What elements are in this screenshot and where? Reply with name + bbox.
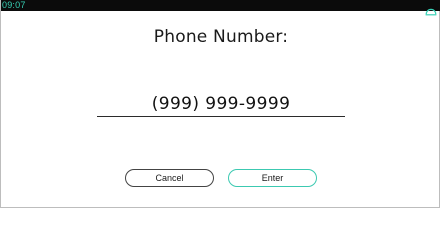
phone-number-field[interactable]: (999) 999-9999 (97, 94, 345, 114)
home-icon-glyph (425, 8, 437, 16)
phone-field-underline (97, 116, 345, 117)
page-title: Phone Number: (153, 27, 289, 47)
home-icon[interactable] (425, 1, 437, 16)
status-bar: 09:07 (1, 0, 440, 16)
cancel-button[interactable]: Cancel (125, 169, 214, 187)
status-time: 09:07 (2, 0, 26, 10)
enter-button[interactable]: Enter (228, 169, 317, 187)
phone-entry-screen: 09:07 Phone Number: (999) 999-9999 Cance… (0, 0, 440, 208)
